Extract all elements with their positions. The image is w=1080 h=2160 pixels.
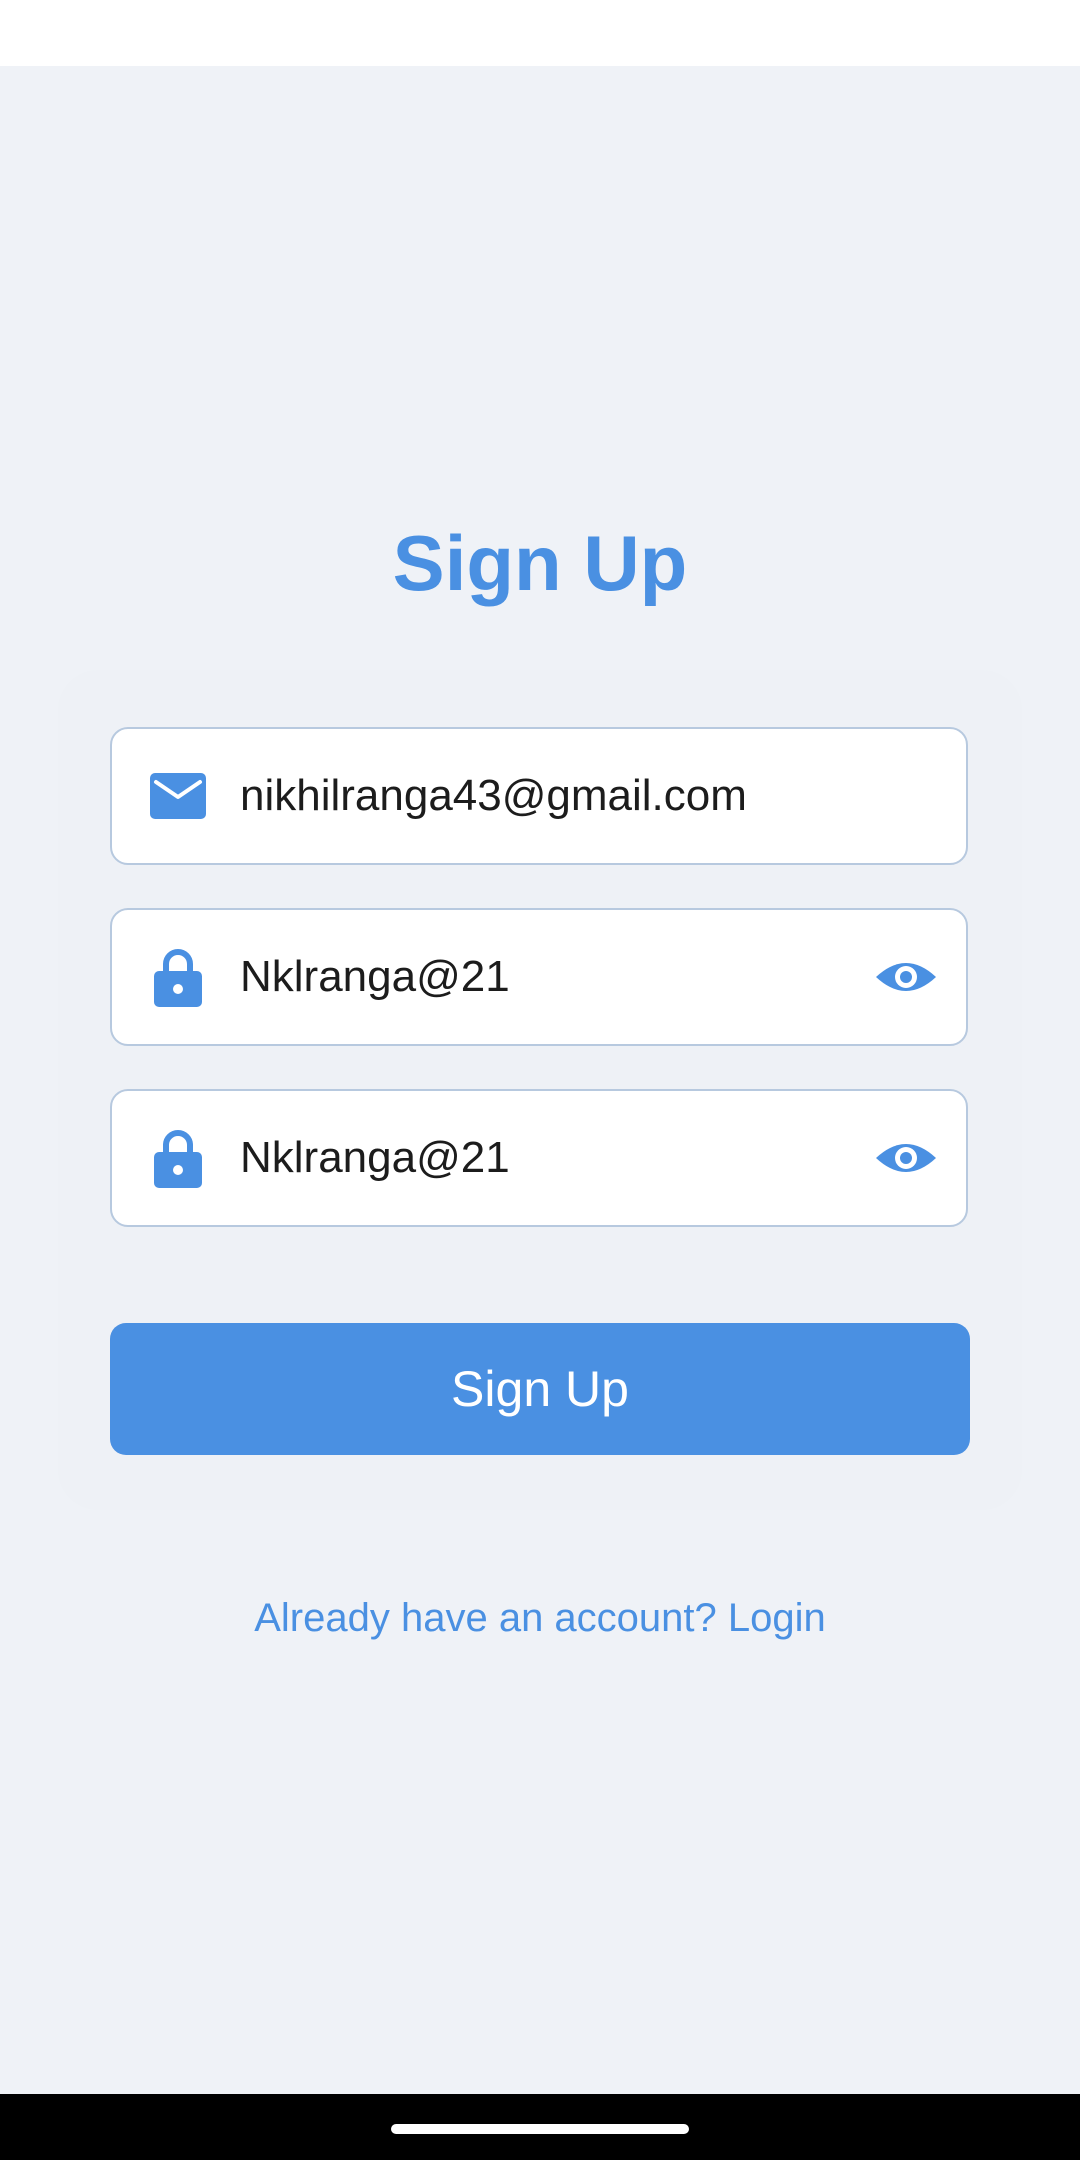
login-link[interactable]: Already have an account? Login	[0, 1596, 1080, 1641]
confirm-password-field[interactable]: Nklranga@21	[110, 1089, 968, 1227]
password-field[interactable]: Nklranga@21	[110, 908, 968, 1046]
lock-icon	[150, 949, 206, 1007]
status-bar	[0, 0, 1080, 66]
eye-icon[interactable]	[874, 1126, 938, 1190]
home-indicator[interactable]	[391, 2124, 689, 2134]
mail-icon	[150, 768, 206, 824]
signup-button[interactable]: Sign Up	[110, 1323, 970, 1455]
email-field[interactable]: nikhilranga43@gmail.com	[110, 727, 968, 865]
confirm-password-value: Nklranga@21	[240, 1133, 510, 1182]
page-title: Sign Up	[392, 519, 688, 607]
password-value: Nklranga@21	[240, 952, 510, 1001]
eye-icon[interactable]	[874, 945, 938, 1009]
email-value: nikhilranga43@gmail.com	[240, 771, 747, 820]
lock-icon	[150, 1130, 206, 1188]
